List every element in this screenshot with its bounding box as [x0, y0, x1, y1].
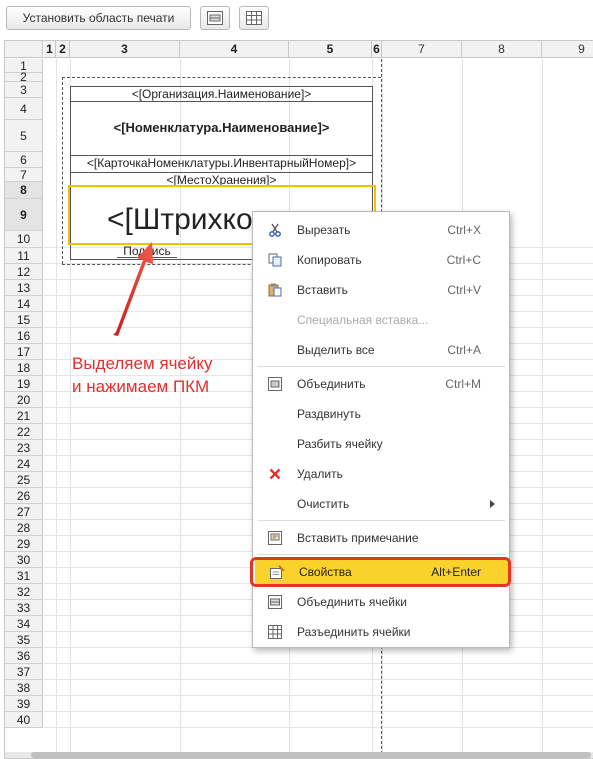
- row-header-9[interactable]: 9: [5, 199, 43, 231]
- row-header-34[interactable]: 34: [5, 616, 43, 632]
- row-header-17[interactable]: 17: [5, 344, 43, 360]
- row-header-32[interactable]: 32: [5, 584, 43, 600]
- horizontal-scrollbar-thumb[interactable]: [31, 752, 591, 758]
- menu-item-clear[interactable]: Очистить: [253, 491, 509, 517]
- copy-icon: [267, 252, 283, 268]
- row-header-16[interactable]: 16: [5, 328, 43, 344]
- row-header-35[interactable]: 35: [5, 632, 43, 648]
- row-header-24[interactable]: 24: [5, 456, 43, 472]
- col-header-4[interactable]: 4: [180, 41, 289, 58]
- set-print-area-button[interactable]: Установить область печати: [6, 6, 191, 30]
- row-header-29[interactable]: 29: [5, 536, 43, 552]
- row-header-13[interactable]: 13: [5, 280, 43, 296]
- menu-item-copy[interactable]: Копировать Ctrl+C: [253, 247, 509, 273]
- row-header-19[interactable]: 19: [5, 376, 43, 392]
- menu-item-delete[interactable]: Удалить: [253, 461, 509, 487]
- cell-inventory-number[interactable]: <[КарточкаНоменклатуры.ИнвентарныйНомер]…: [70, 156, 373, 170]
- menu-item-unmerge-cells[interactable]: Разъединить ячейки: [253, 619, 509, 645]
- col-header-2[interactable]: 2: [56, 41, 70, 58]
- grid-row-line: [44, 695, 593, 696]
- row-header-30[interactable]: 30: [5, 552, 43, 568]
- annotation-arrow-icon: [113, 242, 153, 336]
- cell-organization[interactable]: <[Организация.Наименование]>: [70, 87, 373, 101]
- row-header-20[interactable]: 20: [5, 392, 43, 408]
- paste-icon: [267, 282, 283, 298]
- set-print-area-label: Установить область печати: [22, 11, 175, 25]
- row-header-3[interactable]: 3: [5, 82, 43, 98]
- row-header-28[interactable]: 28: [5, 520, 43, 536]
- menu-item-merge-cells[interactable]: Объединить ячейки: [253, 589, 509, 615]
- row-header-7[interactable]: 7: [5, 168, 43, 182]
- print-area-left: [62, 77, 63, 264]
- row-header-22[interactable]: 22: [5, 424, 43, 440]
- row-header-5[interactable]: 5: [5, 120, 43, 152]
- row-header-23[interactable]: 23: [5, 440, 43, 456]
- col-header-8[interactable]: 8: [462, 41, 542, 58]
- scissors-icon: [267, 222, 283, 238]
- delete-x-icon: [267, 466, 283, 482]
- menu-item-paste-special: Специальная вставка...: [297, 313, 429, 327]
- annotation-line-1: Выделяем ячейку: [72, 354, 213, 373]
- cell-nomenclature[interactable]: <[Номенклатура.Наименование]>: [70, 120, 373, 135]
- row-header-40[interactable]: 40: [5, 712, 43, 728]
- note-icon: [267, 530, 283, 546]
- annotation-line-2: и нажимаем ПКМ: [72, 377, 210, 396]
- row-header-18[interactable]: 18: [5, 360, 43, 376]
- col-header-3[interactable]: 3: [70, 41, 180, 58]
- merge-cells-icon: [207, 11, 223, 25]
- row-header-14[interactable]: 14: [5, 296, 43, 312]
- row-header-4[interactable]: 4: [5, 98, 43, 120]
- merge-cells-icon: [267, 594, 283, 610]
- row-header-15[interactable]: 15: [5, 312, 43, 328]
- row-header-33[interactable]: 33: [5, 600, 43, 616]
- row-header-11[interactable]: 11: [5, 248, 43, 264]
- split-cells-icon: [246, 11, 262, 25]
- grid-row-line: [44, 711, 593, 712]
- menu-item-merge[interactable]: Объединить Ctrl+M: [253, 371, 509, 397]
- row-header-36[interactable]: 36: [5, 648, 43, 664]
- split-cells-button[interactable]: [239, 6, 269, 30]
- row-header-26[interactable]: 26: [5, 488, 43, 504]
- row-header-2[interactable]: 2: [5, 70, 43, 84]
- row-header-25[interactable]: 25: [5, 472, 43, 488]
- col-header-7[interactable]: 7: [382, 41, 462, 58]
- row-header-31[interactable]: 31: [5, 568, 43, 584]
- sheet-corner[interactable]: [5, 41, 43, 58]
- row-header-6[interactable]: 6: [5, 152, 43, 168]
- properties-highlight-ring: [250, 557, 511, 587]
- row-header-27[interactable]: 27: [5, 504, 43, 520]
- menu-item-expand[interactable]: Раздвинуть: [253, 401, 509, 427]
- col-header-6[interactable]: 6: [372, 41, 382, 58]
- row-header-10[interactable]: 10: [5, 231, 43, 248]
- menu-item-paste[interactable]: Вставить Ctrl+V: [253, 277, 509, 303]
- row-header-21[interactable]: 21: [5, 408, 43, 424]
- merge-icon: [267, 376, 283, 392]
- col-header-1[interactable]: 1: [44, 41, 56, 58]
- split-cells-icon: [267, 624, 283, 640]
- merge-cells-button[interactable]: [200, 6, 230, 30]
- horizontal-scrollbar[interactable]: [5, 752, 593, 758]
- row-header-12[interactable]: 12: [5, 264, 43, 280]
- col-header-5[interactable]: 5: [289, 41, 372, 58]
- row-header-37[interactable]: 37: [5, 664, 43, 680]
- print-area-top: [62, 77, 381, 78]
- grid-row-line: [44, 727, 593, 728]
- menu-item-cut[interactable]: Вырезать Ctrl+X: [253, 217, 509, 243]
- grid-row-line: [44, 663, 593, 664]
- menu-item-insert-note[interactable]: Вставить примечание: [253, 525, 509, 551]
- grid-row-line: [44, 679, 593, 680]
- row-header-39[interactable]: 39: [5, 696, 43, 712]
- toolbar: Установить область печати: [0, 0, 593, 40]
- instruction-annotation: Выделяем ячейку и нажимаем ПКМ: [72, 352, 213, 398]
- row-header-8[interactable]: 8: [5, 182, 43, 199]
- menu-item-select-all[interactable]: Выделить все Ctrl+A: [253, 337, 509, 363]
- submenu-arrow-icon: [490, 500, 495, 508]
- row-header-38[interactable]: 38: [5, 680, 43, 696]
- col-header-9[interactable]: 9: [542, 41, 593, 58]
- menu-item-split-cell[interactable]: Разбить ячейку: [253, 431, 509, 457]
